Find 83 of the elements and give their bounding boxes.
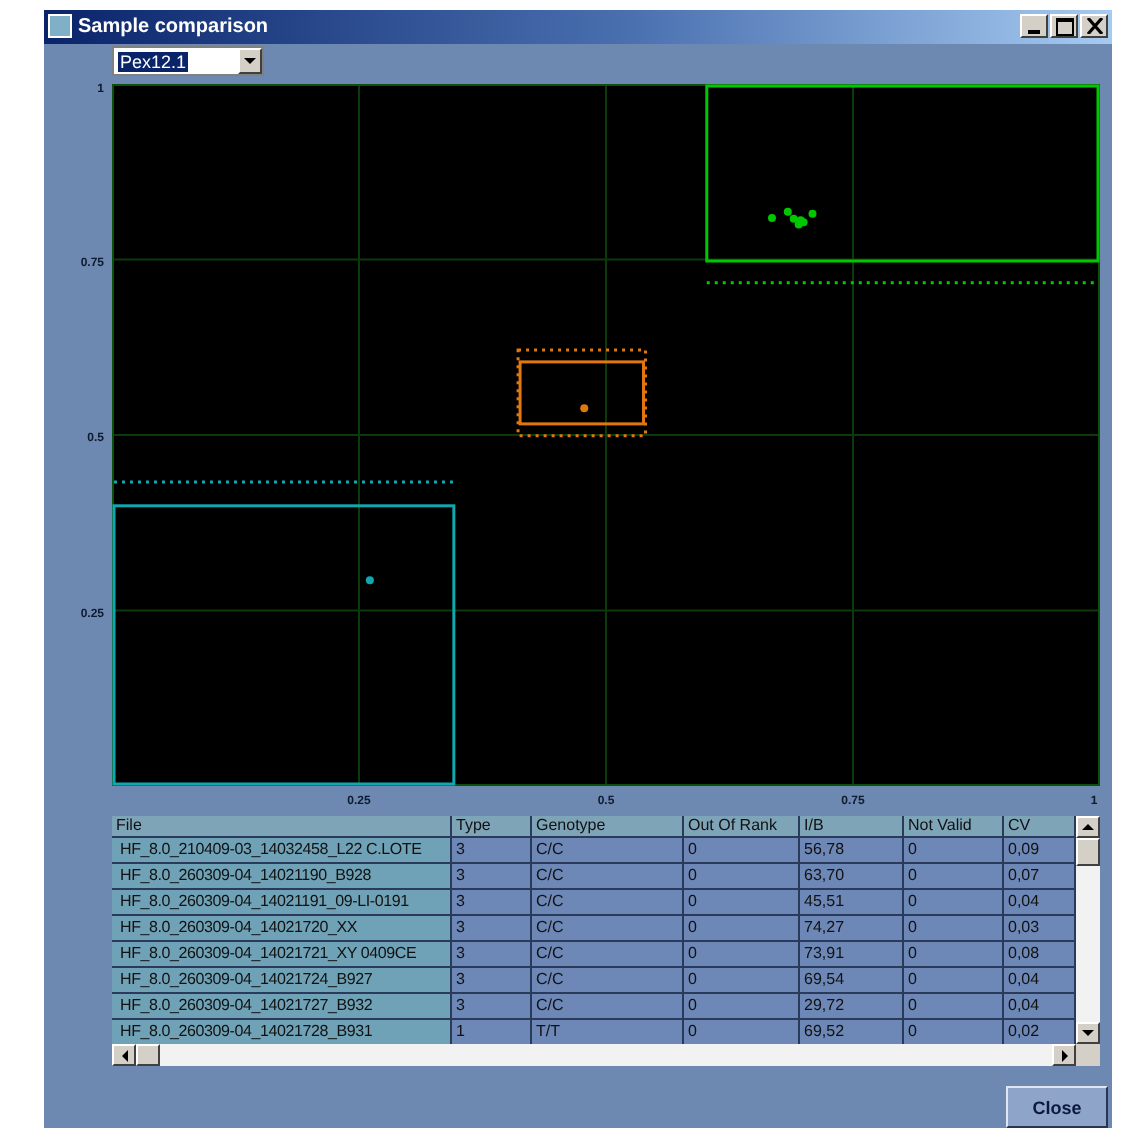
close-button[interactable] bbox=[1080, 14, 1108, 39]
table-cell: 0 bbox=[904, 838, 1004, 862]
column-header: Type bbox=[452, 816, 532, 836]
maximize-button[interactable] bbox=[1050, 14, 1078, 39]
table-cell: 0 bbox=[684, 838, 800, 862]
column-header: File bbox=[112, 816, 452, 836]
table-cell: 0 bbox=[684, 864, 800, 888]
scroll-thumb[interactable] bbox=[136, 1044, 160, 1066]
table-cell: 0 bbox=[904, 994, 1004, 1018]
table-cell: 3 bbox=[452, 838, 532, 862]
sample-dropdown[interactable]: Pex12.1 bbox=[112, 46, 264, 77]
column-header: I/B bbox=[800, 816, 904, 836]
table-cell: C/C bbox=[532, 864, 684, 888]
table-cell: C/C bbox=[532, 994, 684, 1018]
table-cell: HF_8.0_260309-04_14021727_B932 bbox=[112, 994, 452, 1018]
table-cell: C/C bbox=[532, 890, 684, 914]
table-cell: 0,07 bbox=[1004, 864, 1076, 888]
column-header: Not Valid bbox=[904, 816, 1004, 836]
horizontal-scrollbar[interactable] bbox=[112, 1044, 1076, 1066]
column-header: Genotype bbox=[532, 816, 684, 836]
table-cell: HF_8.0_260309-04_14021190_B928 bbox=[112, 864, 452, 888]
column-header: CV bbox=[1004, 816, 1076, 836]
table-cell: 0,03 bbox=[1004, 916, 1076, 940]
table-cell: 29,72 bbox=[800, 994, 904, 1018]
table-cell: 0 bbox=[684, 1020, 800, 1044]
table-cell: 3 bbox=[452, 968, 532, 992]
table-cell: 3 bbox=[452, 942, 532, 966]
table-cell: 0,04 bbox=[1004, 994, 1076, 1018]
table-cell: HF_8.0_260309-04_14021191_09-LI-0191 bbox=[112, 890, 452, 914]
scroll-up-button[interactable] bbox=[1076, 816, 1100, 838]
table-cell: 0,08 bbox=[1004, 942, 1076, 966]
table-cell: 74,27 bbox=[800, 916, 904, 940]
table-cell: 3 bbox=[452, 864, 532, 888]
table-cell: C/C bbox=[532, 968, 684, 992]
table-cell: 3 bbox=[452, 890, 532, 914]
table-cell: HF_8.0_260309-04_14021724_B927 bbox=[112, 968, 452, 992]
app-icon bbox=[48, 14, 72, 39]
table-cell: 3 bbox=[452, 916, 532, 940]
minimize-button[interactable] bbox=[1020, 14, 1048, 39]
table-cell: 0 bbox=[904, 890, 1004, 914]
table-cell: 0,02 bbox=[1004, 1020, 1076, 1044]
table-cell: 0 bbox=[904, 864, 1004, 888]
table-cell: 69,54 bbox=[800, 968, 904, 992]
column-header: Out Of Rank bbox=[684, 816, 800, 836]
table-cell: 0,09 bbox=[1004, 838, 1076, 862]
table-cell: HF_8.0_260309-04_14021728_B931 bbox=[112, 1020, 452, 1044]
table-cell: HF_8.0_210409-03_14032458_L22 C.LOTE bbox=[112, 838, 452, 862]
window-title: Sample comparison bbox=[78, 15, 271, 38]
close-dialog-button[interactable]: Close bbox=[1006, 1086, 1108, 1128]
table-cell: 0 bbox=[684, 916, 800, 940]
table-cell: 0 bbox=[904, 916, 1004, 940]
cluster-outline-drawing bbox=[516, 348, 647, 438]
table-cell: 56,78 bbox=[800, 838, 904, 862]
table-cell: 0 bbox=[684, 890, 800, 914]
table-cell: 1 bbox=[452, 1020, 532, 1044]
scrollbar-corner bbox=[1076, 1044, 1100, 1066]
table-cell: 45,51 bbox=[800, 890, 904, 914]
table-cell: 69,52 bbox=[800, 1020, 904, 1044]
data-point bbox=[768, 214, 776, 223]
table-cell: 63,70 bbox=[800, 864, 904, 888]
table-cell: HF_8.0_260309-04_14021720_XX bbox=[112, 916, 452, 940]
table-cell: 0 bbox=[684, 994, 800, 1018]
table-cell: HF_8.0_260309-04_14021721_XY 0409CE bbox=[112, 942, 452, 966]
scroll-right-button[interactable] bbox=[1052, 1044, 1076, 1066]
table-cell: 0,04 bbox=[1004, 968, 1076, 992]
table-cell: T/T bbox=[532, 1020, 684, 1044]
scroll-down-button[interactable] bbox=[1076, 1022, 1100, 1044]
scroll-thumb[interactable] bbox=[1076, 838, 1100, 866]
data-point bbox=[580, 404, 589, 413]
scroll-left-button[interactable] bbox=[112, 1044, 136, 1066]
table-cell: C/C bbox=[532, 942, 684, 966]
table-cell: 3 bbox=[452, 994, 532, 1018]
table-cell: 0 bbox=[904, 1020, 1004, 1044]
table-cell: 0 bbox=[904, 968, 1004, 992]
table-cell: 0,04 bbox=[1004, 890, 1076, 914]
table-cell: 0 bbox=[904, 942, 1004, 966]
data-point bbox=[365, 576, 374, 585]
table-cell: 0 bbox=[684, 942, 800, 966]
vertical-scrollbar[interactable] bbox=[1076, 816, 1100, 1044]
table-cell: 0 bbox=[684, 968, 800, 992]
table-cell: C/C bbox=[532, 838, 684, 862]
table-cell: C/C bbox=[532, 916, 684, 940]
table-cell: 73,91 bbox=[800, 942, 904, 966]
